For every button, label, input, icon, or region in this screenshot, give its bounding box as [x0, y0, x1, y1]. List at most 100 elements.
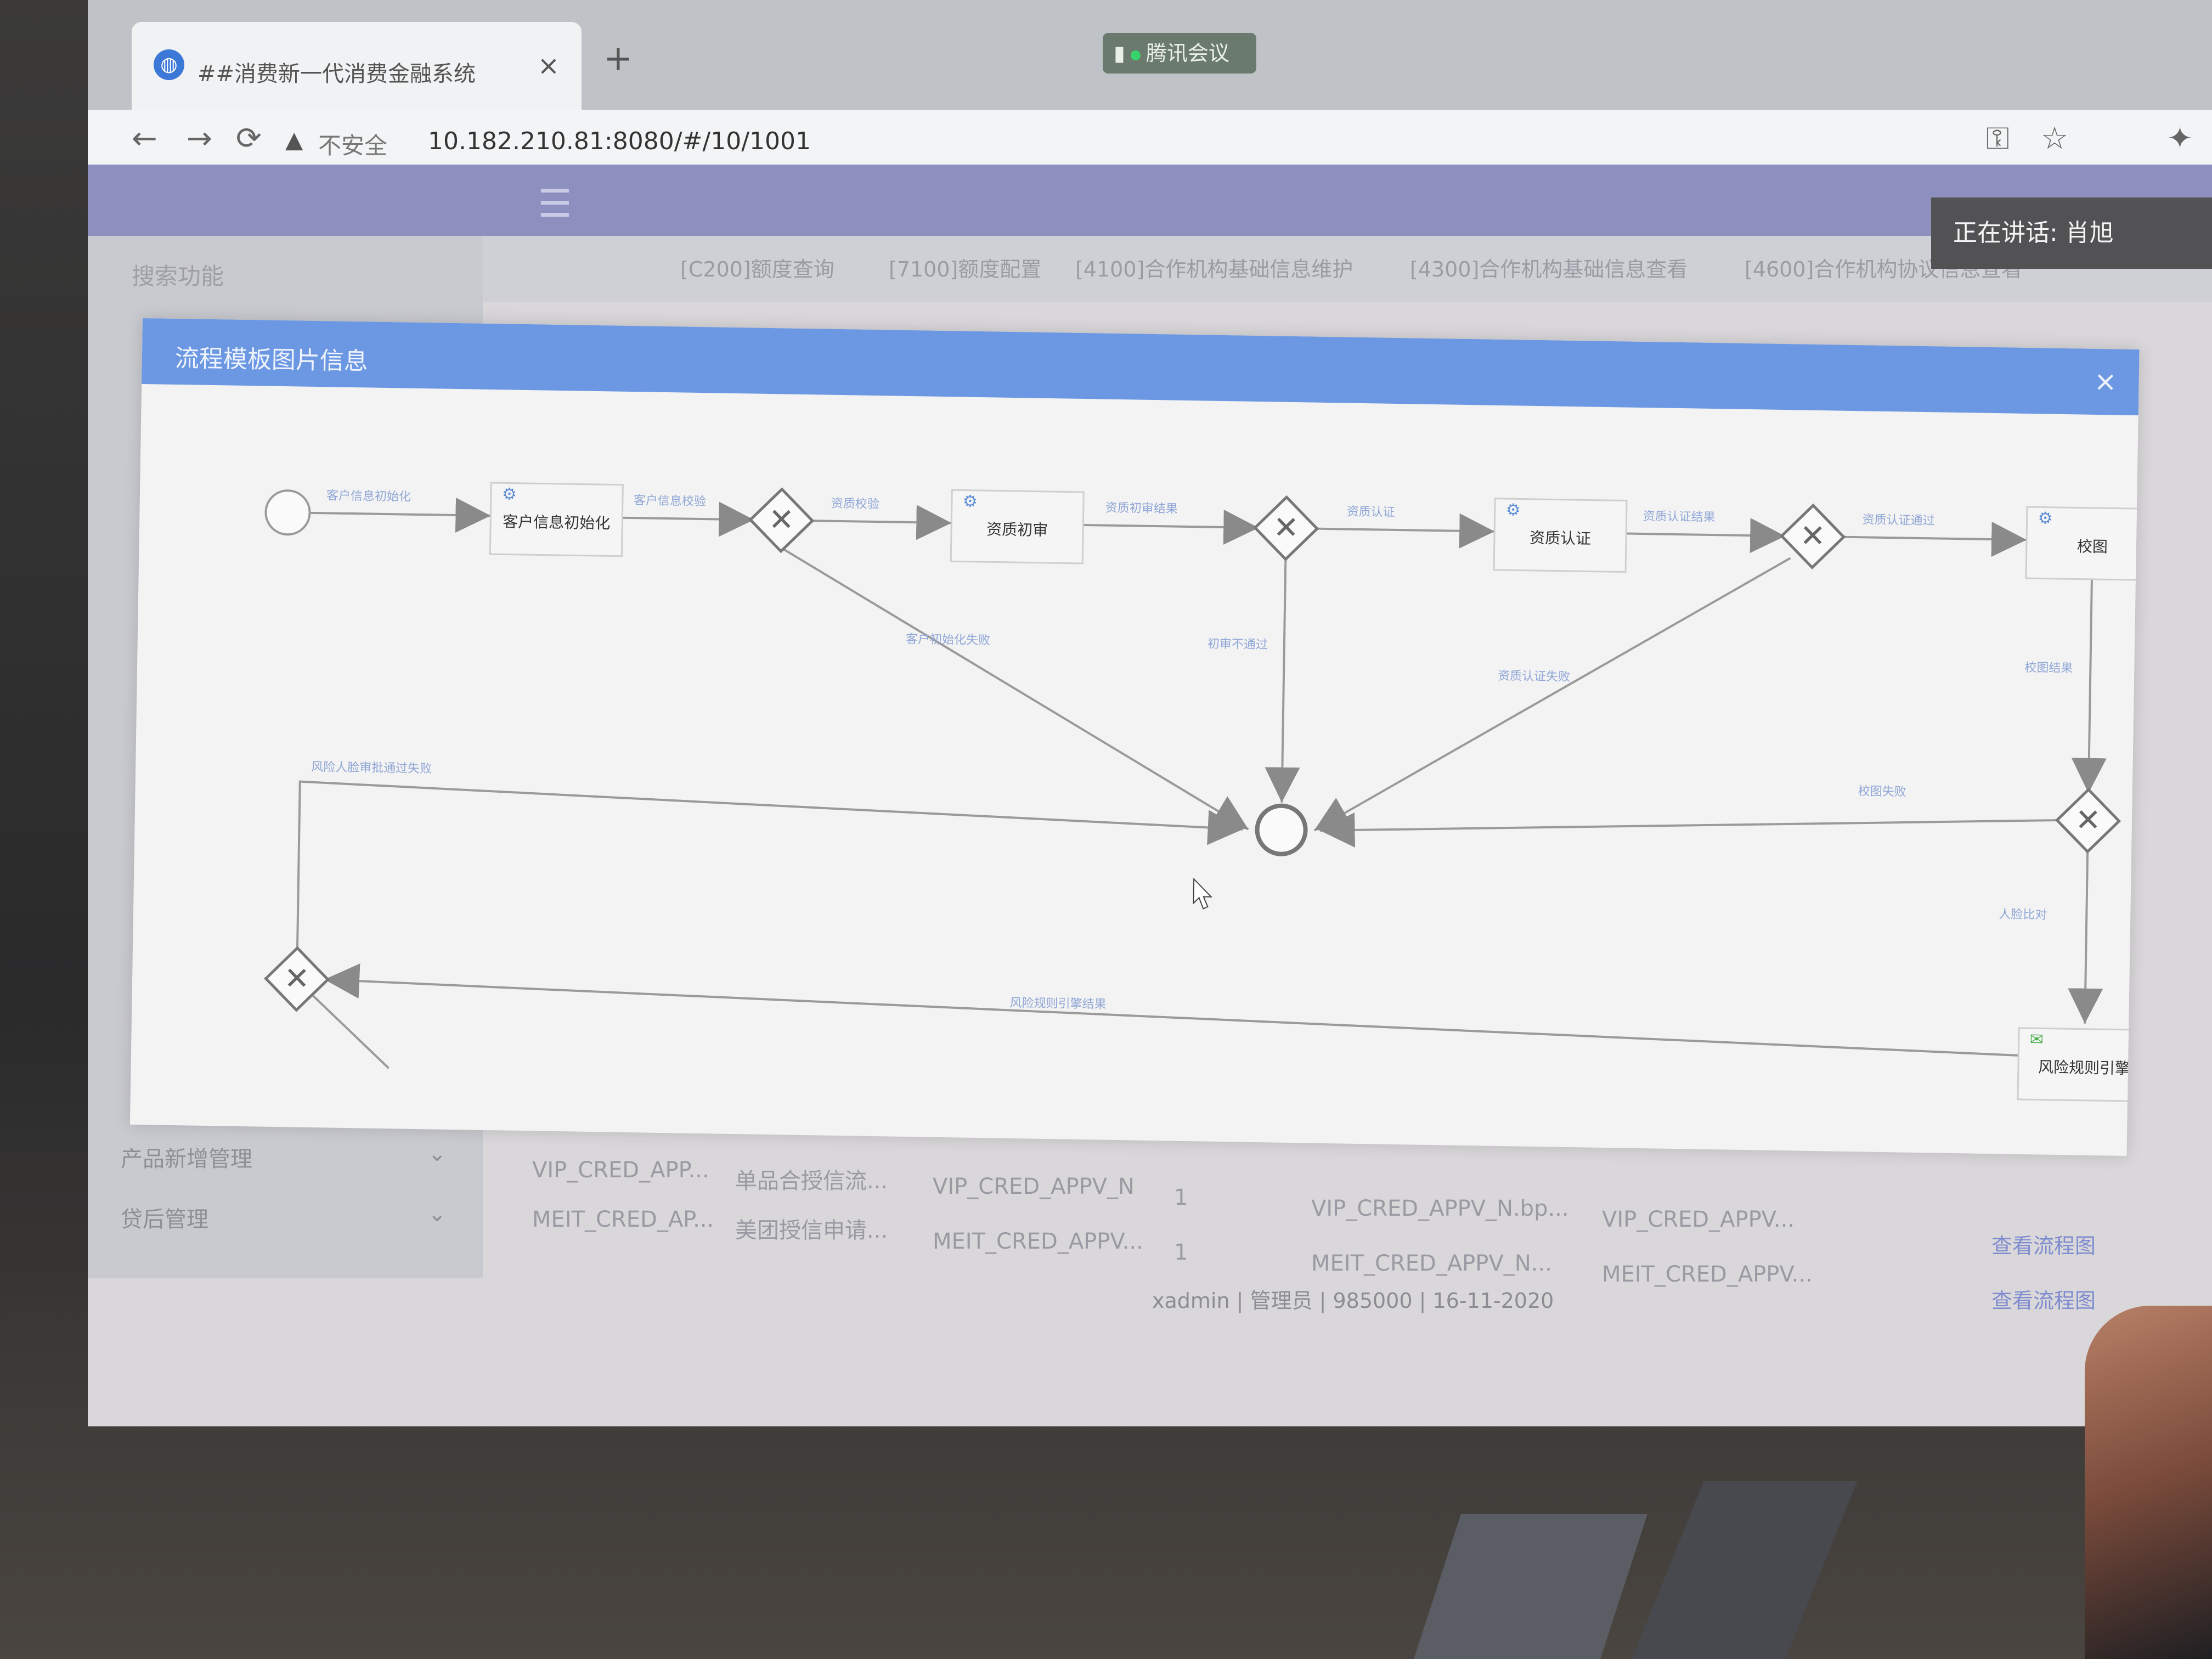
edge-label: 校图结果 — [2024, 661, 2073, 675]
task-label: 校图 — [2077, 537, 2108, 556]
flow-edge — [296, 780, 1243, 963]
table-cell: 1 — [1174, 1240, 1188, 1265]
gateway: ✕ — [2055, 787, 2121, 854]
edge-label: 资质初审结果 — [1105, 501, 1178, 516]
svg-text:✕: ✕ — [1799, 518, 1826, 554]
table-cell: 1 — [1174, 1185, 1188, 1210]
mail-icon: ✉ — [2029, 1030, 2044, 1049]
tab-4100[interactable]: [4100]合作机构基础信息维护 — [1075, 252, 1353, 283]
task-label: 风险规则引擎 — [2038, 1058, 2131, 1077]
table-cell: MEIT_CRED_APPV... — [1602, 1262, 1813, 1287]
menu-toggle-icon[interactable]: ☰ — [538, 181, 572, 226]
flow-edge — [1083, 509, 1259, 545]
edge-label: 风险人脸审批通过失败 — [311, 760, 432, 776]
person-hands — [2085, 1306, 2212, 1659]
recording-dot-icon — [1130, 50, 1141, 60]
sidebar-item-label: 产品新增管理 — [121, 1147, 252, 1172]
meeting-indicator[interactable]: ▮ 腾讯会议 — [1103, 33, 1256, 74]
modal-title: 流程模板图片信息 — [174, 344, 369, 376]
task-label: 客户信息初始化 — [503, 512, 611, 532]
flow-edge — [1265, 555, 1300, 803]
flow-edge — [2071, 579, 2107, 793]
edge-label: 客户信息校验 — [634, 494, 706, 509]
table-cell: VIP_CRED_APPV_N.bp... — [1311, 1196, 1569, 1221]
close-icon[interactable]: × — [2094, 365, 2117, 398]
table-cell: 单品合授信流... — [735, 1169, 888, 1194]
edge-label: 客户初始化失败 — [906, 633, 990, 647]
sidebar-item-product[interactable]: 产品新增管理 ⌄ — [121, 1141, 447, 1173]
speaking-indicator: 正在讲话: 肖旭 — [1931, 198, 2212, 269]
view-flowchart-link[interactable]: 查看流程图 — [1991, 1229, 2096, 1259]
table-cell: VIP_CRED_APPV... — [1602, 1207, 1795, 1232]
table-cell: MEIT_CRED_AP... — [532, 1207, 714, 1232]
edge-label: 校图失败 — [1858, 785, 1906, 799]
gateway: ✕ — [748, 487, 815, 554]
edge-label: 资质校验 — [831, 497, 879, 511]
key-icon[interactable]: ⚿ — [1986, 121, 2010, 157]
task-label: 资质认证 — [1530, 529, 1592, 548]
task-client-init[interactable]: ⚙ 客户信息初始化 — [489, 482, 624, 557]
start-event — [264, 489, 311, 536]
end-event — [1255, 803, 1308, 856]
flow-edge — [2068, 848, 2103, 1024]
svg-text:✕: ✕ — [2075, 802, 2101, 838]
table-cell: 美团授信申请... — [735, 1218, 888, 1243]
edge-label: 资质认证通过 — [1862, 513, 1934, 528]
flow-edge — [780, 546, 1249, 831]
site-favicon-icon: ◍ — [154, 49, 184, 80]
url-field[interactable]: ▲ 不安全 10.182.210.81:8080/#/10/1001 — [285, 121, 1986, 160]
flow-edge — [312, 995, 390, 1069]
chevron-down-icon: ⌄ — [428, 1141, 447, 1166]
edge-label: 客户信息初始化 — [326, 489, 411, 504]
tab-c200[interactable]: [C200]额度查询 — [680, 252, 834, 283]
gateway: ✕ — [1253, 495, 1319, 561]
task-label: 资质初审 — [986, 520, 1048, 539]
extension-icon[interactable]: ✦ — [2167, 121, 2193, 156]
edge-label: 资质认证 — [1347, 505, 1395, 520]
reload-button[interactable]: ⟳ — [236, 121, 262, 156]
flow-edge — [1626, 518, 1786, 554]
flow-edge — [809, 505, 952, 540]
signal-icon: ▮ — [1114, 41, 1125, 65]
edge-label: 风险规则引擎结果 — [1009, 996, 1106, 1012]
back-button[interactable]: ← — [132, 121, 157, 156]
task-initial-review[interactable]: ⚙ 资质初审 — [950, 489, 1085, 565]
insecure-label: 不安全 — [318, 132, 388, 159]
browser-tab-title: ##消费新一代消费金融系统 — [198, 61, 476, 87]
edge-label: 初审不通过 — [1207, 637, 1268, 652]
flow-edge — [1313, 513, 1495, 549]
tab-7100[interactable]: [7100]额度配置 — [889, 252, 1041, 283]
flow-edge — [622, 501, 754, 537]
task-qualification[interactable]: ⚙ 资质认证 — [1493, 498, 1628, 573]
new-tab-button[interactable]: + — [603, 38, 633, 79]
view-flowchart-link[interactable]: 查看流程图 — [1991, 1284, 2096, 1314]
flow-edge — [1840, 521, 2027, 557]
flow-edge — [1313, 557, 1791, 832]
close-tab-icon[interactable]: × — [538, 50, 560, 81]
table-cell: VIP_CRED_APPV_N — [933, 1174, 1135, 1199]
browser-tab-bar: ◍ ##消费新一代消费金融系统 × + ▮ 腾讯会议 — [88, 0, 2212, 110]
table-cell: MEIT_CRED_APPV_N... — [1311, 1251, 1552, 1276]
task-image-check[interactable]: ⚙ 校图 — [2025, 506, 2138, 581]
process-diagram: ✕ ✕ ✕ ✕ ✕ ⚙ 客户信息初始化 ⚙ 资质初审 ⚙ 资质认证 ⚙ 校图 ✉… — [264, 482, 2138, 1103]
flow-edge — [1319, 812, 2061, 848]
sidebar-item-post-loan[interactable]: 贷后管理 ⌄ — [121, 1201, 447, 1233]
star-icon[interactable]: ☆ — [2041, 121, 2068, 156]
flow-edge — [309, 498, 491, 533]
meeting-app-label: 腾讯会议 — [1146, 41, 1229, 65]
edge-label: 资质认证失败 — [1498, 669, 1570, 684]
svg-text:✕: ✕ — [1273, 510, 1299, 546]
tab-4300[interactable]: [4300]合作机构基础信息查看 — [1410, 252, 1688, 283]
table-cell: MEIT_CRED_APPV... — [933, 1229, 1143, 1254]
forward-button[interactable]: → — [187, 121, 212, 156]
status-footer: xadmin | 管理员 | 985000 | 16-11-2020 — [1152, 1289, 1554, 1313]
flow-edge — [324, 963, 2019, 1057]
edge-label: 资质认证结果 — [1643, 510, 1715, 524]
sidebar-search-input[interactable]: 搜索功能 — [132, 258, 224, 291]
url-text[interactable]: 10.182.210.81:8080/#/10/1001 — [428, 127, 811, 155]
edge-label: 人脸比对 — [1999, 907, 2047, 922]
process-template-modal: 流程模板图片信息 × ✕ ✕ ✕ ✕ ✕ ⚙ 客户信息初始化 ⚙ 资质初审 ⚙ … — [129, 318, 2140, 1156]
sidebar-item-label: 贷后管理 — [121, 1207, 208, 1232]
browser-tab[interactable]: ◍ ##消费新一代消费金融系统 × — [132, 22, 582, 110]
task-risk-engine[interactable]: ✉ 风险规则引擎 — [2017, 1027, 2138, 1103]
